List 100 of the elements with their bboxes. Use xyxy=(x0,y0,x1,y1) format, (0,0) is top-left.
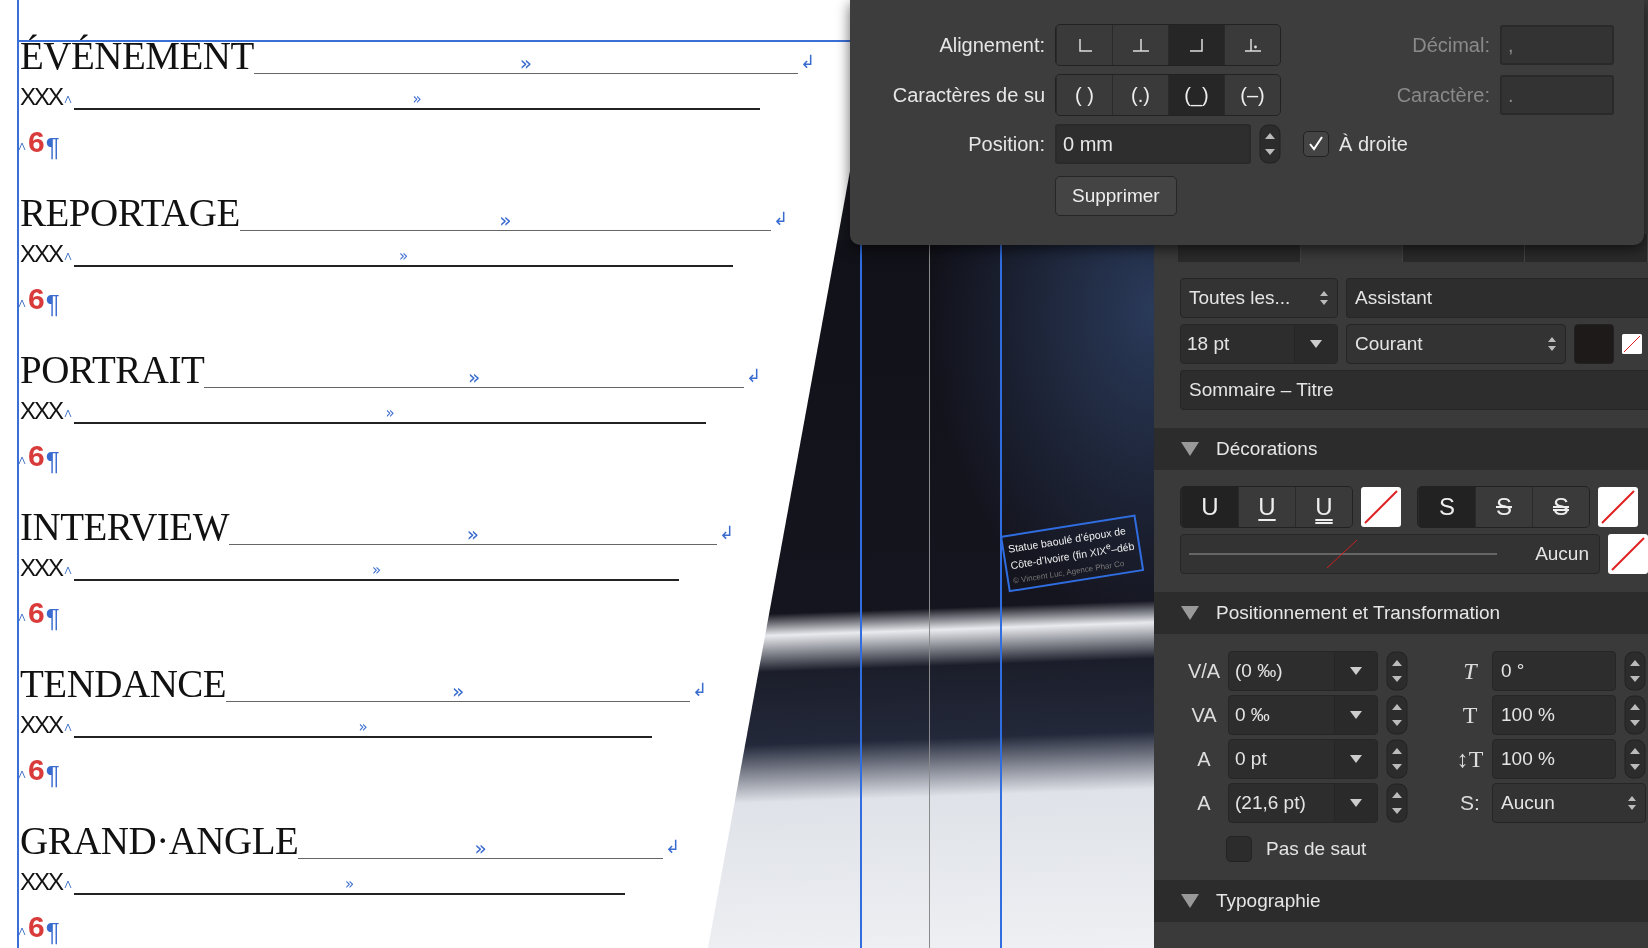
anchor-marker-icon xyxy=(64,565,73,575)
value-field[interactable]: 100 % xyxy=(1492,739,1616,779)
anchor-marker-icon xyxy=(64,879,73,889)
line-break-marker: ↲ xyxy=(664,837,680,857)
font-style-select[interactable]: Courant xyxy=(1346,324,1566,364)
tracking-icon: VA xyxy=(1184,703,1224,727)
placeholder-text: XXX xyxy=(20,240,63,267)
anchor-marker-icon xyxy=(64,251,73,261)
checkbox[interactable] xyxy=(1226,836,1252,862)
kerning-icon: V/A xyxy=(1184,659,1224,683)
pilcrow-marker: ¶ xyxy=(45,448,60,474)
page-number: 6 xyxy=(28,127,45,157)
leader-button[interactable]: ( ) xyxy=(1056,75,1112,115)
stepper[interactable] xyxy=(1624,695,1646,735)
line-break-marker: ↲ xyxy=(745,366,761,386)
line-break-marker: ↲ xyxy=(799,52,815,72)
tab-alignment-icon xyxy=(1242,37,1263,53)
stepper[interactable] xyxy=(1386,695,1408,735)
style-select[interactable]: Aucun xyxy=(1492,783,1646,823)
no-color-swatch[interactable] xyxy=(1598,487,1638,527)
underline-button[interactable]: U xyxy=(1295,487,1352,527)
tab-marker: » xyxy=(344,876,355,892)
stepper[interactable] xyxy=(1386,783,1408,823)
dropdown-icon xyxy=(1309,339,1323,349)
updown-icon xyxy=(1627,794,1637,812)
anchor-marker-icon xyxy=(64,94,73,104)
leader-button[interactable]: (.) xyxy=(1112,75,1168,115)
section-title: GRAND·ANGLE xyxy=(20,819,299,863)
tab-alignment-button[interactable] xyxy=(1056,25,1112,65)
line-break-marker: ↲ xyxy=(718,523,734,543)
anchor-marker-icon xyxy=(64,722,73,732)
stepper[interactable] xyxy=(1259,124,1281,164)
stepper[interactable] xyxy=(1624,739,1646,779)
page-number: 6 xyxy=(28,912,45,942)
line-preview-icon xyxy=(1187,539,1497,569)
page-number: 6 xyxy=(28,755,45,785)
stepper[interactable] xyxy=(1386,739,1408,779)
line-break-marker: ↲ xyxy=(772,209,788,229)
transform-icon: S: xyxy=(1452,791,1488,815)
delete-button[interactable]: Supprimer xyxy=(1055,176,1177,216)
section-title: PORTRAIT xyxy=(20,348,205,392)
strikethrough-button[interactable]: S xyxy=(1475,487,1532,527)
tab-marker: » xyxy=(358,719,368,735)
strikethrough-button[interactable]: S xyxy=(1418,487,1475,527)
no-color-swatch[interactable] xyxy=(1361,487,1401,527)
tab-marker: » xyxy=(466,524,480,544)
value-field[interactable]: 100 % xyxy=(1492,695,1616,735)
line-break-marker: ↲ xyxy=(691,680,707,700)
transform-icon: T xyxy=(1452,701,1488,729)
position-field[interactable]: 0 mm xyxy=(1055,124,1251,164)
leader-button[interactable]: (–) xyxy=(1224,75,1280,115)
no-color-swatch[interactable] xyxy=(1608,534,1648,574)
anchor-marker-icon xyxy=(18,613,26,622)
page-number: 6 xyxy=(28,598,45,628)
field-label: Caractère: xyxy=(1395,83,1490,107)
dropdown-icon xyxy=(1349,798,1363,808)
updown-icon xyxy=(1547,335,1557,353)
font-field[interactable]: Assistant xyxy=(1346,278,1648,318)
strikethrough-button[interactable]: S xyxy=(1532,487,1589,527)
font-size-combo[interactable]: 18 pt xyxy=(1180,324,1338,364)
section-header[interactable]: Typographie xyxy=(1154,880,1648,922)
section-header[interactable]: Décorations xyxy=(1154,428,1648,470)
value-combo[interactable]: (0 ‰) xyxy=(1228,651,1378,691)
section-header[interactable]: Positionnement et Transformation xyxy=(1154,592,1648,634)
placeholder-text: XXX xyxy=(20,554,63,581)
stepper[interactable] xyxy=(1624,651,1646,691)
text-color-swatch[interactable] xyxy=(1574,324,1614,364)
stepper[interactable] xyxy=(1386,651,1408,691)
value-combo[interactable]: 0 ‰ xyxy=(1228,695,1378,735)
tab-alignment-icon xyxy=(1130,37,1151,53)
leading-icon: A xyxy=(1184,791,1224,815)
anchor-marker-icon xyxy=(64,408,73,418)
tab-marker: » xyxy=(474,838,487,858)
checkbox[interactable] xyxy=(1303,131,1329,157)
field-label: Décimal: xyxy=(1411,33,1490,57)
leader-button[interactable]: (_) xyxy=(1168,75,1224,115)
page-number: 6 xyxy=(28,284,45,314)
tab-marker: » xyxy=(385,405,395,421)
paragraph-style-field[interactable]: Sommaire – Titre xyxy=(1180,370,1648,410)
underline-button[interactable]: U xyxy=(1181,487,1238,527)
value-field[interactable]: 0 ° xyxy=(1492,651,1616,691)
underline-button[interactable]: U xyxy=(1238,487,1295,527)
tab-alignment-button[interactable] xyxy=(1112,25,1168,65)
value-combo[interactable]: 0 pt xyxy=(1228,739,1378,779)
value-combo[interactable]: (21,6 pt) xyxy=(1228,783,1378,823)
anchor-marker-icon xyxy=(18,142,26,151)
font-collection-select[interactable]: Toutes les... xyxy=(1180,278,1338,318)
field-label: Caractères de su xyxy=(891,83,1045,107)
tab-alignment-button[interactable] xyxy=(1168,25,1224,65)
updown-icon xyxy=(1319,289,1329,307)
pilcrow-marker: ¶ xyxy=(45,291,60,317)
dropdown-icon xyxy=(1349,754,1363,764)
field-label: Alignement: xyxy=(938,33,1045,57)
line-style-select[interactable]: Aucun xyxy=(1180,534,1600,574)
placeholder-text: XXX xyxy=(20,868,63,895)
page-number: 6 xyxy=(28,441,45,471)
anchor-marker-icon xyxy=(18,456,26,465)
pilcrow-marker: ¶ xyxy=(45,762,60,788)
placeholder-text: XXX xyxy=(20,397,63,424)
tab-alignment-button[interactable] xyxy=(1224,25,1280,65)
